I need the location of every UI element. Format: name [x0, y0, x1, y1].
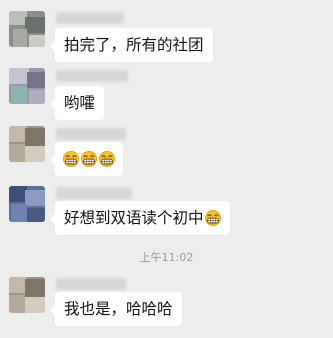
avatar[interactable] [9, 11, 45, 47]
sender-name-blurred [56, 278, 126, 290]
message-bubble[interactable]: 拍完了，所有的社团 [50, 28, 213, 62]
timestamp: 上午11:02 [139, 251, 194, 264]
message-text: 哟嚯 [64, 94, 96, 112]
message-bubble[interactable]: 好想到双语读个初中 [50, 201, 230, 235]
grinning-face-icon [99, 151, 115, 167]
avatar[interactable] [9, 126, 45, 162]
avatar[interactable] [9, 68, 45, 104]
message-text: 拍完了，所有的社团 [64, 36, 204, 54]
sender-name-blurred [56, 12, 124, 24]
message-bubble[interactable]: 我也是，哈哈哈 [50, 292, 182, 326]
message-bubble[interactable]: 哟嚯 [49, 86, 105, 120]
sender-name-blurred [56, 128, 126, 140]
avatar[interactable] [9, 277, 45, 313]
sender-name-blurred [56, 187, 132, 199]
message-text: 我也是，哈哈哈 [64, 300, 173, 318]
message-bubble[interactable] [50, 142, 123, 176]
grinning-face-icon [81, 151, 97, 167]
grinning-face-icon [204, 210, 221, 226]
message-text: 好想到双语读个初中 [64, 209, 204, 227]
grinning-face-icon [63, 151, 79, 167]
sender-name-blurred [56, 70, 128, 82]
avatar[interactable] [9, 186, 45, 222]
